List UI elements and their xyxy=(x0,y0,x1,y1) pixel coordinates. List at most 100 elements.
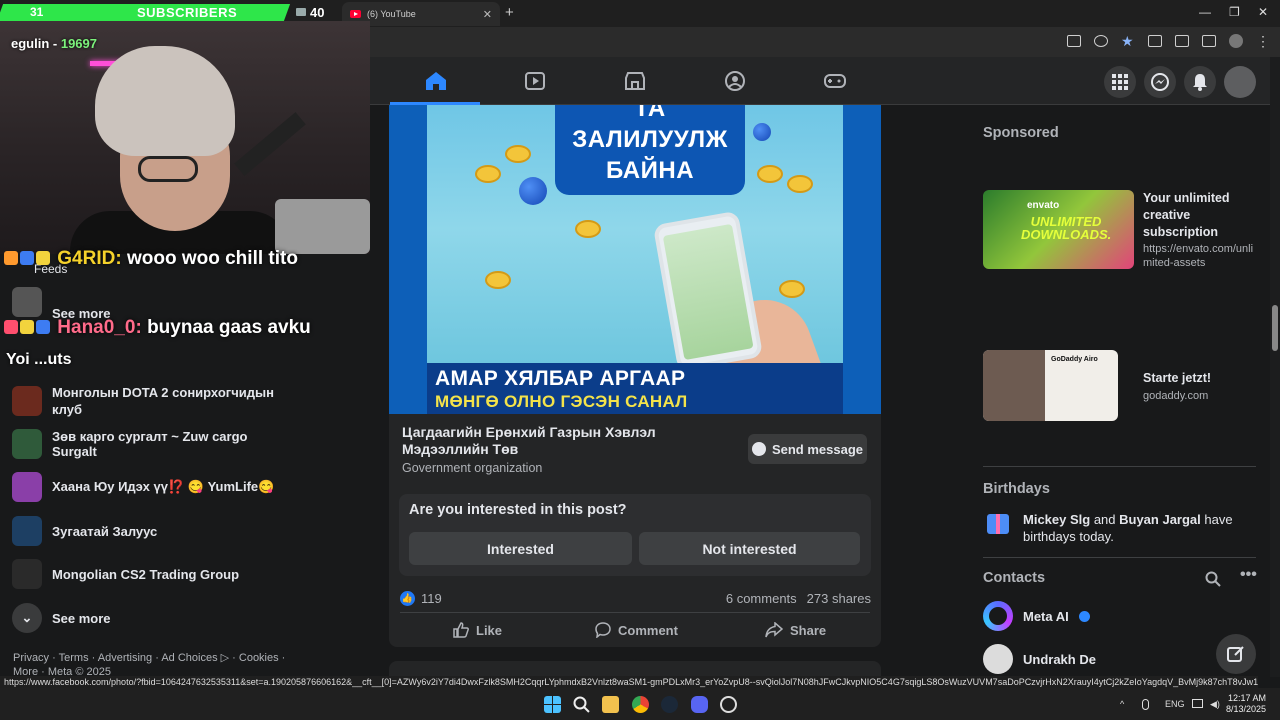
chat-badge-icon xyxy=(4,251,18,265)
messenger-button[interactable] xyxy=(1144,66,1176,98)
verified-badge-icon xyxy=(1078,610,1090,622)
video-icon[interactable] xyxy=(524,71,546,91)
chat-user-1: G4RID: xyxy=(57,248,122,269)
ad-title-envato[interactable]: Your unlimited creative subscription xyxy=(1143,190,1263,241)
microphone-icon[interactable] xyxy=(1142,699,1149,710)
group-item-zugaatai[interactable]: Зугаатай Залуус xyxy=(12,516,282,546)
reaction-summary[interactable]: 👍 119 xyxy=(400,591,442,606)
maximize-icon[interactable]: ❐ xyxy=(1229,5,1240,19)
account-avatar[interactable] xyxy=(1224,66,1256,98)
group-item-dota[interactable]: Монголын DOTA 2 сонирхогчидын клуб xyxy=(12,384,282,418)
close-tab-icon[interactable]: ✕ xyxy=(483,8,492,21)
search-icon[interactable] xyxy=(1205,571,1221,587)
meta-ai-avatar xyxy=(983,601,1013,631)
group-item-cargo[interactable]: Зөв карго сургалт ~ Zuw cargo Surgalt xyxy=(12,429,282,459)
footer-links[interactable]: Privacy · Terms · Advertising · Ad Choic… xyxy=(13,651,303,679)
like-reaction-icon: 👍 xyxy=(400,591,415,606)
post-page-category: Government organization xyxy=(402,461,543,475)
profile-avatar-icon[interactable] xyxy=(1229,34,1243,48)
new-tab-button[interactable]: + xyxy=(505,4,514,21)
left-nav-see-more-top[interactable]: See more xyxy=(12,282,282,321)
subscriber-goal-target: 40 xyxy=(310,5,325,20)
gaming-icon[interactable] xyxy=(824,71,846,91)
extension-badge-icon[interactable] xyxy=(1148,35,1162,47)
coin-shape xyxy=(787,175,813,193)
contact-avatar xyxy=(983,644,1013,674)
share-button[interactable]: Share xyxy=(765,622,826,638)
interest-question: Are you interested in this post? xyxy=(409,502,627,518)
shares-count[interactable]: 273 shares xyxy=(807,591,871,606)
steam-icon[interactable] xyxy=(661,696,678,713)
shortcuts-heading: Yoi ...uts xyxy=(6,351,72,368)
chrome-icon[interactable] xyxy=(632,696,649,713)
windows-start-icon[interactable] xyxy=(544,696,561,713)
window-close-icon[interactable]: ✕ xyxy=(1258,5,1268,19)
marketplace-icon[interactable] xyxy=(624,71,646,91)
grid-icon xyxy=(1112,74,1128,90)
not-interested-button[interactable]: Not interested xyxy=(639,532,860,565)
bookmark-star-icon[interactable]: ★ xyxy=(1121,34,1135,48)
chat-message-2: Hana0_0: buynaa gaas avku xyxy=(4,317,311,339)
send-message-button[interactable]: Send message xyxy=(748,434,867,464)
scrollbar-thumb[interactable] xyxy=(1272,305,1278,351)
contact-meta-ai[interactable]: Meta AI xyxy=(983,601,1090,631)
group-item-yumlife[interactable]: Хаана Юу Идэх үү⁉️ 😋 YumLife😋 xyxy=(12,472,282,502)
contact-name: Undrakh De xyxy=(1023,651,1096,667)
birthdays-heading: Birthdays xyxy=(983,481,1050,497)
share-icon xyxy=(765,622,783,638)
group-item-cs2[interactable]: Mongolian CS2 Trading Group xyxy=(12,559,282,589)
left-nav-see-more-bottom[interactable]: ⌄ See more xyxy=(12,603,282,633)
clock-date: 8/13/2025 xyxy=(1226,704,1267,714)
birthday-text[interactable]: Mickey Slg and Buyan Jargal have birthda… xyxy=(1023,511,1253,545)
extensions-icon[interactable] xyxy=(1175,35,1189,47)
post-page-name[interactable]: Цагдаагийн Ерөнхий Газрын Хэвлэл Мэдээлл… xyxy=(402,424,732,458)
ad-url-envato[interactable]: https://envato.com/unlimited-assets xyxy=(1143,242,1261,270)
ad-image-envato[interactable]: envato UNLIMITED DOWNLOADS. xyxy=(983,190,1134,269)
chat-text-1: wooo woo chill tito xyxy=(126,248,298,269)
home-icon[interactable] xyxy=(425,71,447,91)
webcam-overlay xyxy=(0,21,370,254)
new-message-button[interactable] xyxy=(1216,634,1256,674)
comment-button[interactable]: Comment xyxy=(595,622,678,638)
image-headline: ТА ЗАЛИЛУУЛЖ БАЙНА xyxy=(572,105,728,184)
minimize-icon[interactable]: — xyxy=(1199,5,1211,19)
file-explorer-icon[interactable] xyxy=(602,696,619,713)
more-options-icon[interactable]: ••• xyxy=(1240,566,1257,584)
browser-menu-icon[interactable]: ⋮ xyxy=(1256,34,1270,48)
group-label: Зөв карго сургалт ~ Zuw cargo Surgalt xyxy=(52,429,248,459)
app-icon[interactable] xyxy=(720,696,737,713)
zoom-icon[interactable] xyxy=(1094,35,1108,47)
taskbar-clock[interactable]: 12:17 AM 8/13/2025 xyxy=(1226,693,1266,715)
ad-image-photo xyxy=(983,350,1045,421)
interested-button[interactable]: Interested xyxy=(409,532,632,565)
contact-undrakh[interactable]: Undrakh De xyxy=(983,644,1096,674)
like-label: Like xyxy=(476,622,503,638)
display-icon[interactable] xyxy=(1192,699,1203,708)
notifications-button[interactable] xyxy=(1184,66,1216,98)
subscriber-goal-label: SUBSCRIBERS xyxy=(137,5,238,20)
clock-time: 12:17 AM xyxy=(1228,693,1267,703)
tray-overflow-icon[interactable]: ^ xyxy=(1120,699,1124,709)
cast-icon[interactable] xyxy=(1067,35,1081,47)
coin-shape xyxy=(757,165,783,183)
blue-ball-shape xyxy=(753,123,771,141)
reading-list-icon[interactable] xyxy=(1202,35,1216,47)
ad-title-godaddy[interactable]: Starte jetzt! xyxy=(1143,370,1263,387)
post-image[interactable]: ТА ЗАЛИЛУУЛЖ БАЙНА АМАР ХЯЛБАР АРГААР МӨ… xyxy=(389,105,881,414)
ad-url-godaddy[interactable]: godaddy.com xyxy=(1143,389,1261,403)
groups-icon[interactable] xyxy=(724,71,746,91)
taskbar-search-icon[interactable] xyxy=(573,696,590,713)
ad-image-godaddy[interactable]: GoDaddy Airo xyxy=(983,350,1118,421)
group-label: Зугаатай Залуус xyxy=(52,523,158,539)
group-label: Mongolian CS2 Trading Group xyxy=(52,566,240,582)
language-indicator[interactable]: ENG xyxy=(1165,699,1185,709)
scrollbar-track[interactable] xyxy=(1270,57,1280,677)
comment-label: Comment xyxy=(618,622,678,638)
volume-icon[interactable]: ◀) xyxy=(1210,699,1220,710)
like-button[interactable]: Like xyxy=(453,622,502,638)
blue-ball-shape xyxy=(519,177,547,205)
menu-grid-button[interactable] xyxy=(1104,66,1136,98)
discord-icon[interactable] xyxy=(691,696,708,713)
group-label: Хаана Юу Идэх үү⁉️ 😋 YumLife😋 xyxy=(52,479,275,494)
comments-count[interactable]: 6 comments xyxy=(726,591,797,606)
